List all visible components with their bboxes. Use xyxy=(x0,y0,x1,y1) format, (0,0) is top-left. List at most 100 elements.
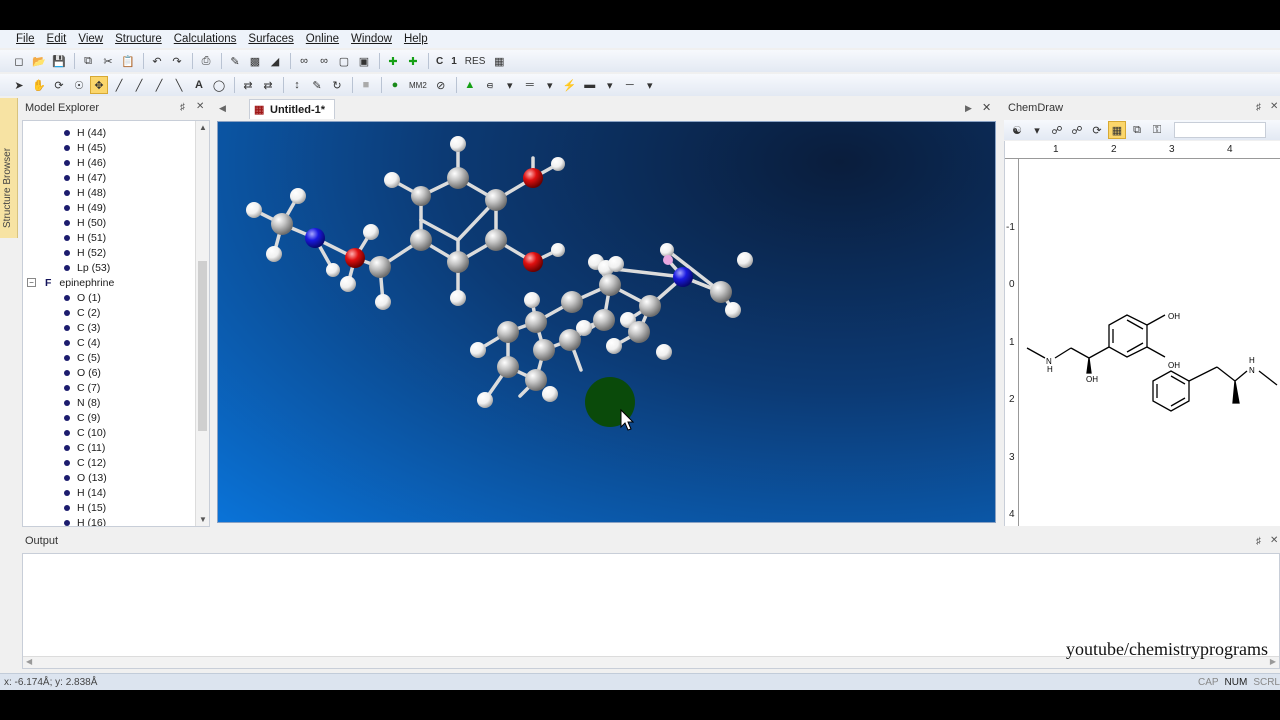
line-color-icon[interactable]: ▬ xyxy=(581,76,599,94)
chemdraw-sync-icon[interactable]: ☯ xyxy=(1008,121,1026,139)
paste-icon[interactable]: 📋 xyxy=(119,52,137,70)
trackball-icon[interactable]: ☉ xyxy=(70,76,88,94)
rotate-y-icon[interactable]: ⇄ xyxy=(259,76,277,94)
tree-atom-item[interactable]: C (7) xyxy=(23,380,209,395)
measure-icon[interactable]: ⋴ xyxy=(481,76,499,94)
chemdraw-link-icon[interactable]: ☍ xyxy=(1048,121,1066,139)
orient-icon[interactable]: ↻ xyxy=(328,76,346,94)
tree-atom-item[interactable]: C (12) xyxy=(23,455,209,470)
single-bond-icon[interactable]: ╱ xyxy=(110,76,128,94)
tree-atom-item[interactable]: H (49) xyxy=(23,200,209,215)
tree-atom-item[interactable]: O (6) xyxy=(23,365,209,380)
double-bond-icon[interactable]: ╱ xyxy=(130,76,148,94)
move-icon[interactable]: ✥ xyxy=(90,76,108,94)
save-icon[interactable]: 💾 xyxy=(50,52,68,70)
dummy-bond-icon[interactable]: ╲ xyxy=(170,76,188,94)
tree-atom-item[interactable]: C (5) xyxy=(23,350,209,365)
tree-atom-item[interactable]: H (47) xyxy=(23,170,209,185)
line-dropdown-icon[interactable]: ▾ xyxy=(601,76,619,94)
mm2-minimize-icon[interactable]: ▲ xyxy=(461,76,479,94)
rotate-x-icon[interactable]: ⇄ xyxy=(239,76,257,94)
tree-atom-item[interactable]: C (2) xyxy=(23,305,209,320)
scroll-left-icon[interactable]: ◀ xyxy=(26,657,32,666)
scrollbar-thumb[interactable] xyxy=(198,261,207,431)
scroll-down-icon[interactable]: ▼ xyxy=(199,515,207,524)
tree-atom-item[interactable]: O (1) xyxy=(23,290,209,305)
chemdraw-canvas[interactable]: 1 2 3 4 -1 0 1 2 3 4 OH OH OH H N H N xyxy=(1004,141,1280,526)
tab-untitled-1[interactable]: ▦ Untitled-1* xyxy=(249,99,335,119)
collapse-icon[interactable]: − xyxy=(27,278,36,287)
tree-atom-item[interactable]: C (11) xyxy=(23,440,209,455)
stereo-icon[interactable]: ∞ xyxy=(295,52,313,70)
color-by-icon[interactable]: ◢ xyxy=(266,52,284,70)
stop-icon[interactable]: ■ xyxy=(357,76,375,94)
menu-view[interactable]: View xyxy=(78,33,103,45)
tree-atom-item[interactable]: C (10) xyxy=(23,425,209,440)
scroll-right-icon[interactable]: ▶ xyxy=(1270,657,1276,666)
menu-calculations[interactable]: Calculations xyxy=(174,33,237,45)
open-folder-icon[interactable]: 📂 xyxy=(30,52,48,70)
tree-atom-item[interactable]: Lp (53) xyxy=(23,260,209,275)
new-file-icon[interactable]: ◻ xyxy=(10,52,28,70)
close-icon[interactable]: ✕ xyxy=(196,101,204,112)
tree-atom-item[interactable]: H (15) xyxy=(23,500,209,515)
tree-atom-item[interactable]: H (48) xyxy=(23,185,209,200)
chemdraw-unlink-icon[interactable]: ☍ xyxy=(1068,121,1086,139)
clean-icon[interactable]: ⊘ xyxy=(432,76,450,94)
green-dot-icon[interactable]: ● xyxy=(386,76,404,94)
hand-icon[interactable]: ✋ xyxy=(30,76,48,94)
tree-atom-item[interactable]: C (3) xyxy=(23,320,209,335)
box-icon[interactable]: ▢ xyxy=(335,52,353,70)
tab-left-arrow-icon[interactable]: ◀ xyxy=(219,103,226,114)
menu-online[interactable]: Online xyxy=(306,33,339,45)
axis-icon-2[interactable]: ✚ xyxy=(404,52,422,70)
molecule-3d-svg[interactable] xyxy=(218,122,996,523)
eraser-icon[interactable]: ◯ xyxy=(210,76,228,94)
dashes-icon[interactable]: ═ xyxy=(521,76,539,94)
chemdraw-close-icon[interactable]: ✕ xyxy=(1270,101,1278,112)
pin-icon[interactable]: ♯ xyxy=(180,102,185,113)
display-mode-icon[interactable]: ✎ xyxy=(226,52,244,70)
tree-atom-item[interactable]: H (46) xyxy=(23,155,209,170)
perspective-icon[interactable]: ∞ xyxy=(315,52,333,70)
redo-icon[interactable]: ↷ xyxy=(168,52,186,70)
tree-atom-item[interactable]: H (52) xyxy=(23,245,209,260)
mm2-button[interactable]: MM2 xyxy=(406,76,430,94)
chemdraw-search-input[interactable] xyxy=(1174,122,1266,138)
axis-icon[interactable]: ✚ xyxy=(384,52,402,70)
tab-right-arrow-icon[interactable]: ▶ xyxy=(965,103,972,114)
menu-structure[interactable]: Structure xyxy=(115,33,162,45)
select-arrow-icon[interactable]: ➤ xyxy=(10,76,28,94)
tree-atom-item[interactable]: H (50) xyxy=(23,215,209,230)
menu-file[interactable]: File xyxy=(16,33,35,45)
triple-bond-icon[interactable]: ╱ xyxy=(150,76,168,94)
menu-window[interactable]: Window xyxy=(351,33,392,45)
background-color-icon[interactable]: ▩ xyxy=(246,52,264,70)
molecule-viewport[interactable] xyxy=(217,121,996,523)
rotate-icon[interactable]: ⟳ xyxy=(50,76,68,94)
tree-atom-item[interactable]: C (9) xyxy=(23,410,209,425)
menu-help[interactable]: Help xyxy=(404,33,428,45)
cube-icon[interactable]: ▣ xyxy=(355,52,373,70)
cut-icon[interactable]: ✂ xyxy=(99,52,117,70)
output-pin-icon[interactable]: ♯ xyxy=(1256,536,1261,547)
tree-atom-item[interactable]: C (4) xyxy=(23,335,209,350)
tree-atom-item[interactable]: O (13) xyxy=(23,470,209,485)
tree-scrollbar[interactable]: ▲ ▼ xyxy=(195,121,209,526)
width-dropdown-icon[interactable]: ▾ xyxy=(641,76,659,94)
chemdraw-copy-icon[interactable]: ⧉ xyxy=(1128,121,1146,139)
tree-atom-item[interactable]: H (45) xyxy=(23,140,209,155)
dashes-dropdown-icon[interactable]: ▾ xyxy=(541,76,559,94)
undo-icon[interactable]: ↶ xyxy=(148,52,166,70)
monitor-icon[interactable]: ▦ xyxy=(490,52,508,70)
chemdraw-refresh-icon[interactable]: ⟳ xyxy=(1088,121,1106,139)
chemdraw-auto-icon[interactable]: ▦ xyxy=(1108,121,1126,139)
measure-dropdown-icon[interactable]: ▾ xyxy=(501,76,519,94)
tree-atom-item[interactable]: N (8) xyxy=(23,395,209,410)
menu-edit[interactable]: Edit xyxy=(47,33,67,45)
menu-surfaces[interactable]: Surfaces xyxy=(248,33,293,45)
serial-number-toggle[interactable]: 1 xyxy=(448,52,460,70)
structure-browser-tab[interactable]: Structure Browser xyxy=(0,98,18,238)
chemdraw-pin-icon[interactable]: ♯ xyxy=(1256,102,1261,113)
scroll-up-icon[interactable]: ▲ xyxy=(199,123,207,132)
